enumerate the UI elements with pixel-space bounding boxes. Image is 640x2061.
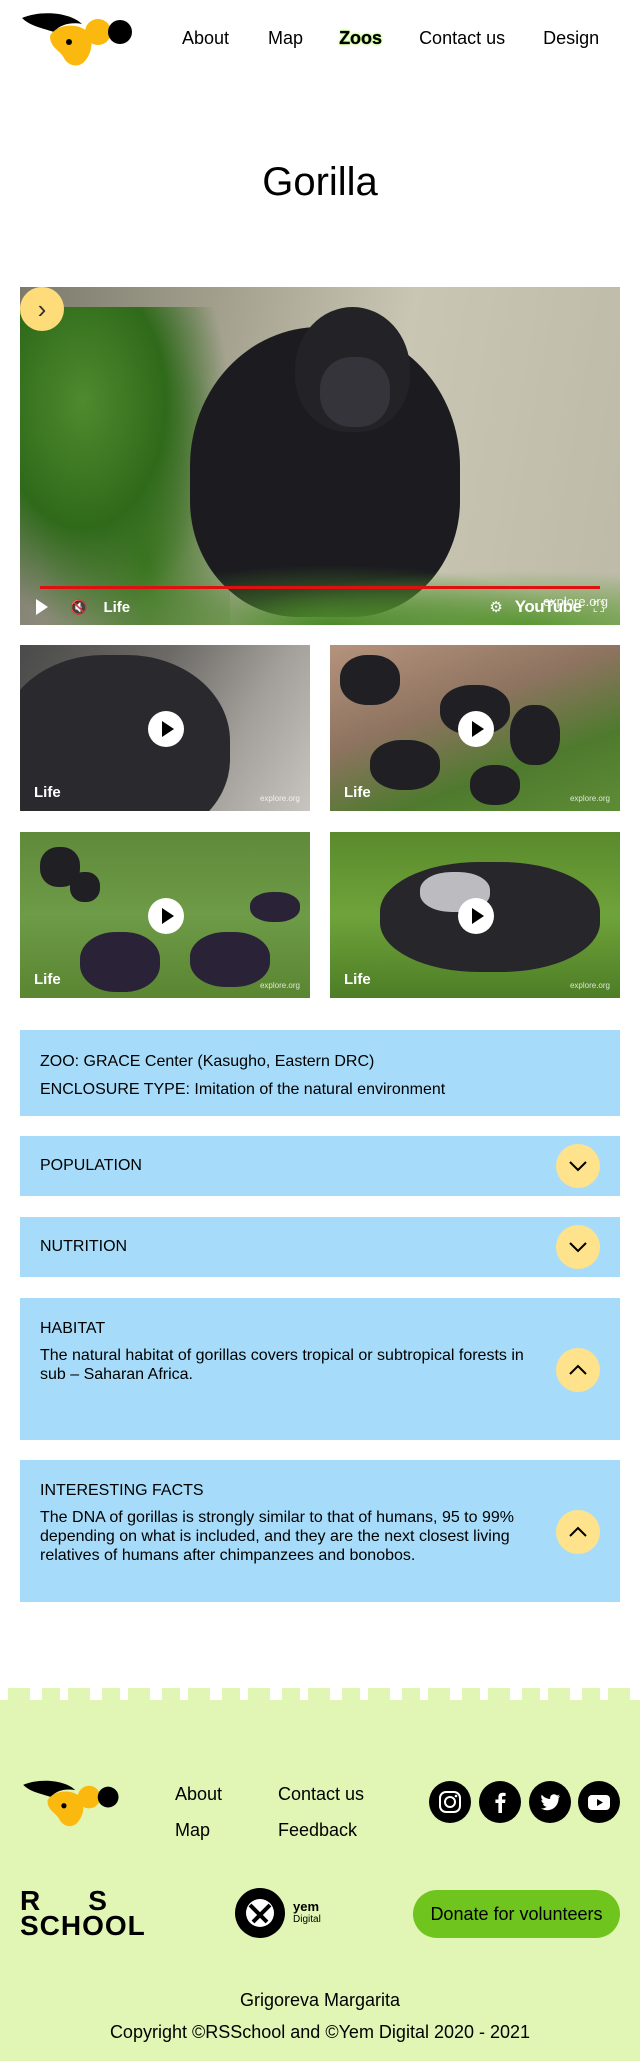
chevron-up-icon	[569, 1526, 587, 1537]
play-icon	[471, 908, 484, 924]
thumbnail-label: Life	[34, 784, 61, 801]
footer-link-map[interactable]: Map	[175, 1820, 210, 1841]
facebook-icon[interactable]	[479, 1781, 521, 1823]
site-header: About Map Zoos Contact us Design	[0, 0, 640, 80]
thumbnail-gorilla	[250, 892, 300, 922]
play-button[interactable]	[148, 898, 184, 934]
thumbnail-gorilla	[70, 872, 100, 902]
footer-logo[interactable]	[20, 1778, 120, 1830]
chevron-right-icon: ›	[37, 293, 47, 324]
nav-zoos[interactable]: Zoos	[339, 28, 382, 49]
enclosure-type: ENCLOSURE TYPE: Imitation of the natural…	[40, 1081, 446, 1098]
video-thumbnail-1[interactable]: Life explore.org	[20, 645, 310, 811]
accordion-title: HABITAT	[40, 1320, 106, 1337]
twitter-icon[interactable]	[529, 1781, 571, 1823]
thumbnail-label: Life	[34, 971, 61, 988]
play-button[interactable]	[148, 711, 184, 747]
yem-digital-logo[interactable]: yem Digital	[235, 1888, 321, 1938]
instagram-icon[interactable]	[429, 1781, 471, 1823]
chevron-down-icon	[569, 1161, 587, 1172]
yem-sub: Digital	[293, 1914, 321, 1925]
rsschool-logo[interactable]: RS SCHOOL	[20, 1887, 155, 1941]
page-title: Gorilla	[262, 160, 378, 204]
copyright-text: Copyright ©RSSchool and ©Yem Digital 202…	[109, 2022, 531, 2042]
zoo-name: ZOO: GRACE Center (Kasugho, Eastern DRC)	[40, 1053, 375, 1070]
footer-link-about[interactable]: About	[175, 1784, 222, 1805]
video-thumbnail-2[interactable]: Life explore.org	[330, 645, 620, 811]
play-icon	[161, 721, 174, 737]
main-video-player[interactable]: explore.org 🔇 Life ⚙ YouTube ⛶	[20, 287, 620, 625]
author-name: Grigoreva Margarita	[239, 1990, 401, 2010]
nav-design[interactable]: Design	[543, 28, 599, 49]
accordion-nutrition[interactable]: NUTRITION	[20, 1217, 620, 1277]
footer-link-contact[interactable]: Contact us	[278, 1784, 364, 1805]
thumbnail-watermark: explore.org	[569, 981, 610, 990]
nav-contact-us[interactable]: Contact us	[419, 28, 505, 49]
thumbnail-gorilla	[510, 705, 560, 765]
thumbnail-watermark: explore.org	[569, 794, 610, 803]
site-footer: About Map Contact us Feedback RS SCHOOL …	[0, 1700, 640, 2061]
yem-name: yem	[293, 1899, 320, 1914]
yem-digital-icon	[235, 1888, 285, 1938]
chevron-down-icon	[569, 1242, 587, 1253]
collapse-button[interactable]	[556, 1348, 600, 1392]
next-video-button[interactable]: ›	[20, 287, 64, 331]
thumbnail-gorilla	[190, 932, 270, 987]
chevron-up-icon	[569, 1364, 587, 1375]
youtube-logo[interactable]: YouTube	[515, 597, 582, 617]
expand-button[interactable]	[556, 1225, 600, 1269]
accordion-population[interactable]: POPULATION	[20, 1136, 620, 1196]
video-gorilla-face	[320, 357, 390, 427]
thumbnail-watermark: explore.org	[259, 794, 300, 803]
accordion-body: The DNA of gorillas is strongly similar …	[40, 1509, 514, 1564]
accordion-title: INTERESTING FACTS	[40, 1482, 204, 1499]
thumbnail-gorilla	[340, 655, 400, 705]
thumbnail-watermark: explore.org	[259, 981, 300, 990]
mute-icon[interactable]: 🔇	[70, 599, 87, 616]
fullscreen-icon[interactable]: ⛶	[593, 599, 604, 616]
main-nav: About Map Zoos Contact us Design	[182, 28, 599, 49]
video-controls: 🔇 Life ⚙ YouTube ⛶	[20, 589, 620, 625]
thumbnail-label: Life	[344, 784, 371, 801]
accordion-title: NUTRITION	[40, 1238, 128, 1255]
play-icon	[471, 721, 484, 737]
donate-button[interactable]: Donate for volunteers	[413, 1890, 620, 1938]
accordion-title: POPULATION	[40, 1157, 142, 1174]
nav-map[interactable]: Map	[268, 28, 303, 49]
zoo-info-panel: ZOO: GRACE Center (Kasugho, Eastern DRC)…	[20, 1030, 620, 1116]
rsschool-logo-line2: SCHOOL	[20, 1910, 146, 1941]
play-icon	[161, 908, 174, 924]
nav-about[interactable]: About	[182, 28, 229, 49]
video-channel-label: Life	[103, 598, 131, 616]
video-thumbnail-3[interactable]: Life explore.org	[20, 832, 310, 998]
play-button[interactable]	[458, 898, 494, 934]
video-thumbnail-4[interactable]: Life explore.org	[330, 832, 620, 998]
settings-icon[interactable]: ⚙	[489, 598, 502, 616]
thumbnail-gorilla	[370, 740, 440, 790]
youtube-icon[interactable]	[578, 1781, 620, 1823]
thumbnail-gorilla	[80, 932, 160, 992]
accordion-interesting-facts[interactable]: INTERESTING FACTS The DNA of gorillas is…	[20, 1460, 620, 1602]
collapse-button[interactable]	[556, 1510, 600, 1554]
expand-button[interactable]	[556, 1144, 600, 1188]
accordion-body: The natural habitat of gorillas covers t…	[40, 1347, 524, 1383]
thumbnail-gorilla	[470, 765, 520, 805]
site-logo[interactable]	[20, 10, 132, 70]
accordion-habitat[interactable]: HABITAT The natural habitat of gorillas …	[20, 1298, 620, 1440]
play-button[interactable]	[458, 711, 494, 747]
thumbnail-label: Life	[344, 971, 371, 988]
footer-link-feedback[interactable]: Feedback	[278, 1820, 357, 1841]
play-icon[interactable]	[36, 599, 48, 615]
